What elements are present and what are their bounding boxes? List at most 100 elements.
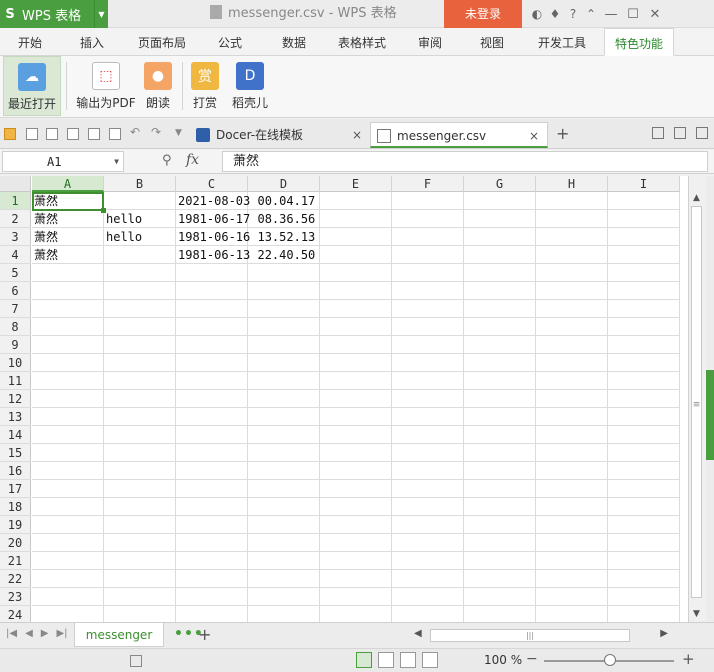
- next-sheet-icon[interactable]: ▶: [41, 628, 49, 639]
- open-folder-icon[interactable]: [4, 128, 16, 140]
- cell-e9[interactable]: [320, 336, 392, 354]
- row-header-16[interactable]: 16: [0, 462, 31, 480]
- cell-g10[interactable]: [464, 354, 536, 372]
- chevron-down-icon[interactable]: ▼: [94, 0, 108, 28]
- cell-i7[interactable]: [608, 300, 680, 318]
- cell-e17[interactable]: [320, 480, 392, 498]
- cell-c3[interactable]: 1981-06-16 13.52.13: [176, 228, 315, 246]
- cell-b5[interactable]: [104, 264, 176, 282]
- row-header-23[interactable]: 23: [0, 588, 31, 606]
- cell-g16[interactable]: [464, 462, 536, 480]
- cell-d3[interactable]: [248, 228, 320, 246]
- cell-h15[interactable]: [536, 444, 608, 462]
- row-header-9[interactable]: 9: [0, 336, 31, 354]
- cell-a5[interactable]: [32, 264, 104, 282]
- horizontal-scrollbar[interactable]: ◀ ||| ▶: [410, 628, 672, 644]
- docer-button[interactable]: D 稻壳儿: [230, 56, 270, 116]
- cell-g13[interactable]: [464, 408, 536, 426]
- cell-f5[interactable]: [392, 264, 464, 282]
- cell-b2[interactable]: hello: [104, 210, 176, 228]
- cell-f3[interactable]: [392, 228, 464, 246]
- cell-i18[interactable]: [608, 498, 680, 516]
- cell-b7[interactable]: [104, 300, 176, 318]
- prev-sheet-icon[interactable]: ◀: [25, 628, 33, 639]
- cell-e11[interactable]: [320, 372, 392, 390]
- doc-tab-messenger[interactable]: messenger.csv ×: [370, 122, 548, 148]
- cell-h16[interactable]: [536, 462, 608, 480]
- close-tab-icon[interactable]: ×: [529, 123, 539, 149]
- cell-g6[interactable]: [464, 282, 536, 300]
- cell-b23[interactable]: [104, 588, 176, 606]
- tab-home[interactable]: 开始: [18, 28, 42, 56]
- horizontal-scroll-thumb[interactable]: |||: [430, 629, 630, 642]
- find-icon[interactable]: [109, 128, 121, 140]
- cell-g17[interactable]: [464, 480, 536, 498]
- cell-h23[interactable]: [536, 588, 608, 606]
- cell-c13[interactable]: [176, 408, 248, 426]
- cell-f2[interactable]: [392, 210, 464, 228]
- row-header-17[interactable]: 17: [0, 480, 31, 498]
- side-panel-handle[interactable]: [706, 370, 714, 460]
- cell-h4[interactable]: [536, 246, 608, 264]
- cell-f20[interactable]: [392, 534, 464, 552]
- row-header-21[interactable]: 21: [0, 552, 31, 570]
- cell-b22[interactable]: [104, 570, 176, 588]
- shirt-icon[interactable]: ♦: [546, 7, 564, 21]
- cell-f22[interactable]: [392, 570, 464, 588]
- cell-c24[interactable]: [176, 606, 248, 622]
- cell-e8[interactable]: [320, 318, 392, 336]
- cell-b10[interactable]: [104, 354, 176, 372]
- close-tab-icon[interactable]: ×: [352, 122, 362, 148]
- column-header-g[interactable]: G: [464, 176, 536, 192]
- cell-f16[interactable]: [392, 462, 464, 480]
- cell-g14[interactable]: [464, 426, 536, 444]
- cell-i13[interactable]: [608, 408, 680, 426]
- zoom-lookup-icon[interactable]: ⚲: [162, 153, 172, 168]
- row-header-22[interactable]: 22: [0, 570, 31, 588]
- cell-g20[interactable]: [464, 534, 536, 552]
- cell-i2[interactable]: [608, 210, 680, 228]
- column-header-h[interactable]: H: [536, 176, 608, 192]
- cell-g8[interactable]: [464, 318, 536, 336]
- cell-g15[interactable]: [464, 444, 536, 462]
- row-header-10[interactable]: 10: [0, 354, 31, 372]
- tab-developer[interactable]: 开发工具: [538, 28, 586, 56]
- print-preview-icon[interactable]: [88, 128, 100, 140]
- cell-c16[interactable]: [176, 462, 248, 480]
- cell-a18[interactable]: [32, 498, 104, 516]
- cell-a14[interactable]: [32, 426, 104, 444]
- export-icon[interactable]: [46, 128, 58, 140]
- cell-b15[interactable]: [104, 444, 176, 462]
- cell-a7[interactable]: [32, 300, 104, 318]
- cell-d17[interactable]: [248, 480, 320, 498]
- cell-e21[interactable]: [320, 552, 392, 570]
- cell-g3[interactable]: [464, 228, 536, 246]
- scroll-left-icon[interactable]: ◀: [414, 628, 422, 639]
- last-sheet-icon[interactable]: ▶|: [56, 628, 67, 639]
- cell-a22[interactable]: [32, 570, 104, 588]
- cell-i21[interactable]: [608, 552, 680, 570]
- cell-b13[interactable]: [104, 408, 176, 426]
- cell-g23[interactable]: [464, 588, 536, 606]
- print-icon[interactable]: [67, 128, 79, 140]
- cell-e16[interactable]: [320, 462, 392, 480]
- cell-b4[interactable]: [104, 246, 176, 264]
- cell-e23[interactable]: [320, 588, 392, 606]
- cell-h5[interactable]: [536, 264, 608, 282]
- cell-d13[interactable]: [248, 408, 320, 426]
- cell-e1[interactable]: [320, 192, 392, 210]
- cell-c17[interactable]: [176, 480, 248, 498]
- row-header-20[interactable]: 20: [0, 534, 31, 552]
- row-header-7[interactable]: 7: [0, 300, 31, 318]
- cell-i22[interactable]: [608, 570, 680, 588]
- cell-g18[interactable]: [464, 498, 536, 516]
- cell-h6[interactable]: [536, 282, 608, 300]
- cell-h13[interactable]: [536, 408, 608, 426]
- row-header-24[interactable]: 24: [0, 606, 31, 622]
- cursor-icon[interactable]: [696, 127, 708, 139]
- cell-e5[interactable]: [320, 264, 392, 282]
- row-header-8[interactable]: 8: [0, 318, 31, 336]
- cell-f11[interactable]: [392, 372, 464, 390]
- cell-e24[interactable]: [320, 606, 392, 622]
- cell-g7[interactable]: [464, 300, 536, 318]
